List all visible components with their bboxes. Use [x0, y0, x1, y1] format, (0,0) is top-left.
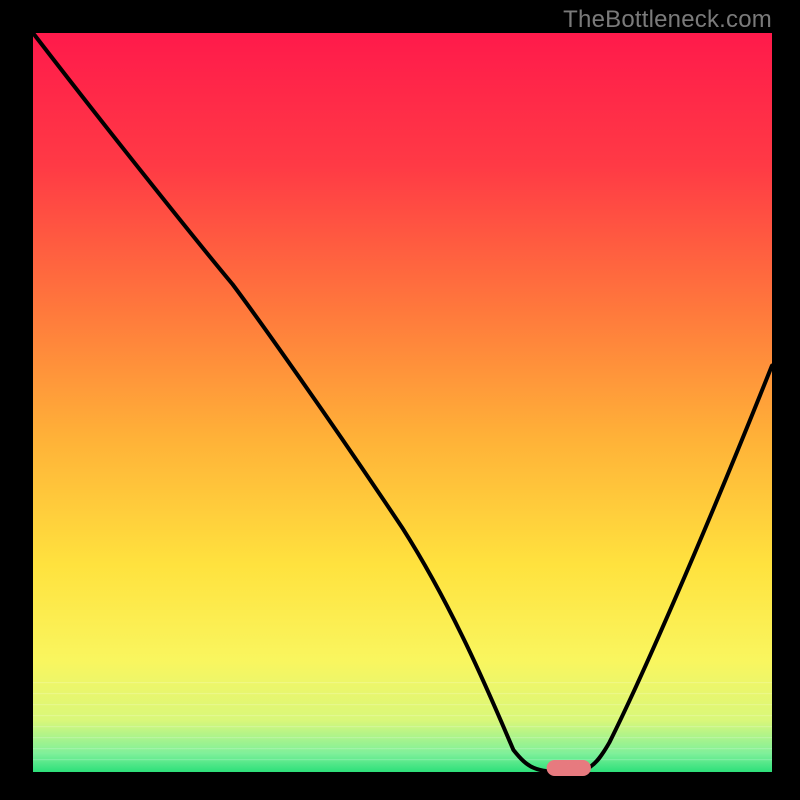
chart-frame: TheBottleneck.com — [0, 0, 800, 800]
gradient-band — [33, 704, 772, 705]
gradient-band — [33, 715, 772, 716]
optimal-marker — [547, 760, 591, 776]
gradient-band — [33, 693, 772, 694]
gradient-band — [33, 759, 772, 760]
gradient-band — [33, 726, 772, 727]
bottleneck-chart — [0, 0, 800, 800]
gradient-band — [33, 748, 772, 749]
gradient-band — [33, 737, 772, 738]
gradient-band — [33, 682, 772, 683]
plot-background — [33, 33, 772, 772]
